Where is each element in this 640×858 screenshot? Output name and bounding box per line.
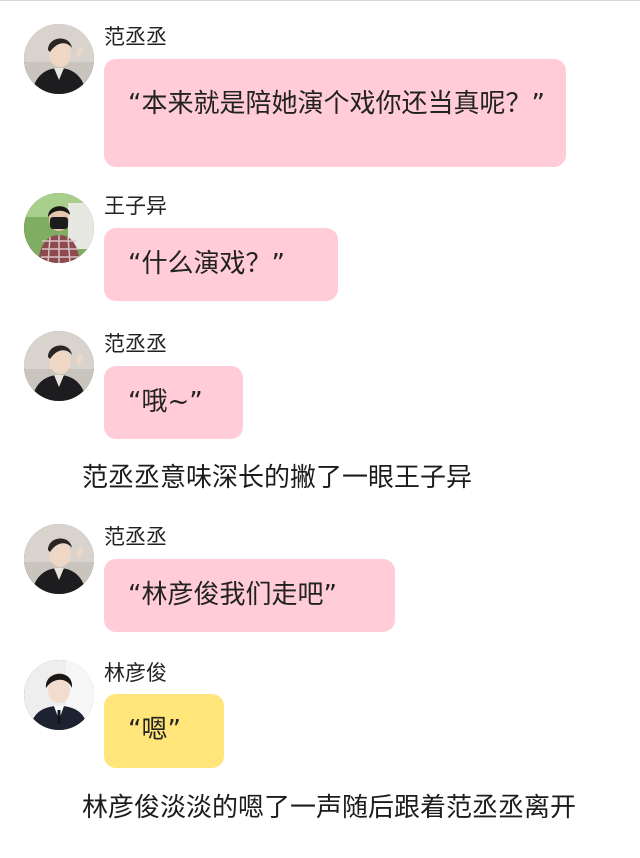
message-bubble[interactable]: “什么演戏？”: [104, 228, 338, 301]
message-bubble[interactable]: “林彦俊我们走吧”: [104, 559, 395, 632]
message-bubble[interactable]: “本来就是陪她演个戏你还当真呢？”: [104, 59, 566, 167]
avatar-fan-chengcheng[interactable]: [24, 331, 94, 401]
avatar-lin-yanjun-icon: [24, 660, 94, 730]
avatar-fan-chengcheng-icon: [24, 331, 94, 401]
avatar-fan-chengcheng[interactable]: [24, 524, 94, 594]
avatar-fan-chengcheng-icon: [24, 24, 94, 94]
chat-message: 范丞丞 “本来就是陪她演个戏你还当真呢？”: [24, 24, 624, 169]
sender-name: 王子异: [104, 194, 167, 218]
chat-message: 范丞丞 “林彦俊我们走吧”: [24, 524, 624, 634]
avatar-fan-chengcheng[interactable]: [24, 24, 94, 94]
sender-name: 范丞丞: [104, 332, 167, 356]
message-bubble[interactable]: “嗯”: [104, 694, 224, 768]
narration-text: 范丞丞意味深长的撇了一眼王子异: [82, 463, 473, 493]
top-divider: [0, 0, 640, 1]
sender-name: 范丞丞: [104, 25, 167, 49]
narration-text: 林彦俊淡淡的嗯了一声随后跟着范丞丞离开: [82, 793, 577, 823]
chat-message: 林彦俊 “嗯”: [24, 660, 624, 770]
avatar-wang-ziyi[interactable]: [24, 193, 94, 263]
avatar-lin-yanjun[interactable]: [24, 660, 94, 730]
chat-message: 范丞丞 “哦~”: [24, 331, 624, 441]
avatar-wang-ziyi-icon: [24, 193, 94, 263]
sender-name: 范丞丞: [104, 525, 167, 549]
chat-message: 王子异 “什么演戏？”: [24, 193, 624, 303]
avatar-fan-chengcheng-icon: [24, 524, 94, 594]
message-bubble[interactable]: “哦~”: [104, 366, 243, 439]
sender-name: 林彦俊: [104, 661, 167, 685]
